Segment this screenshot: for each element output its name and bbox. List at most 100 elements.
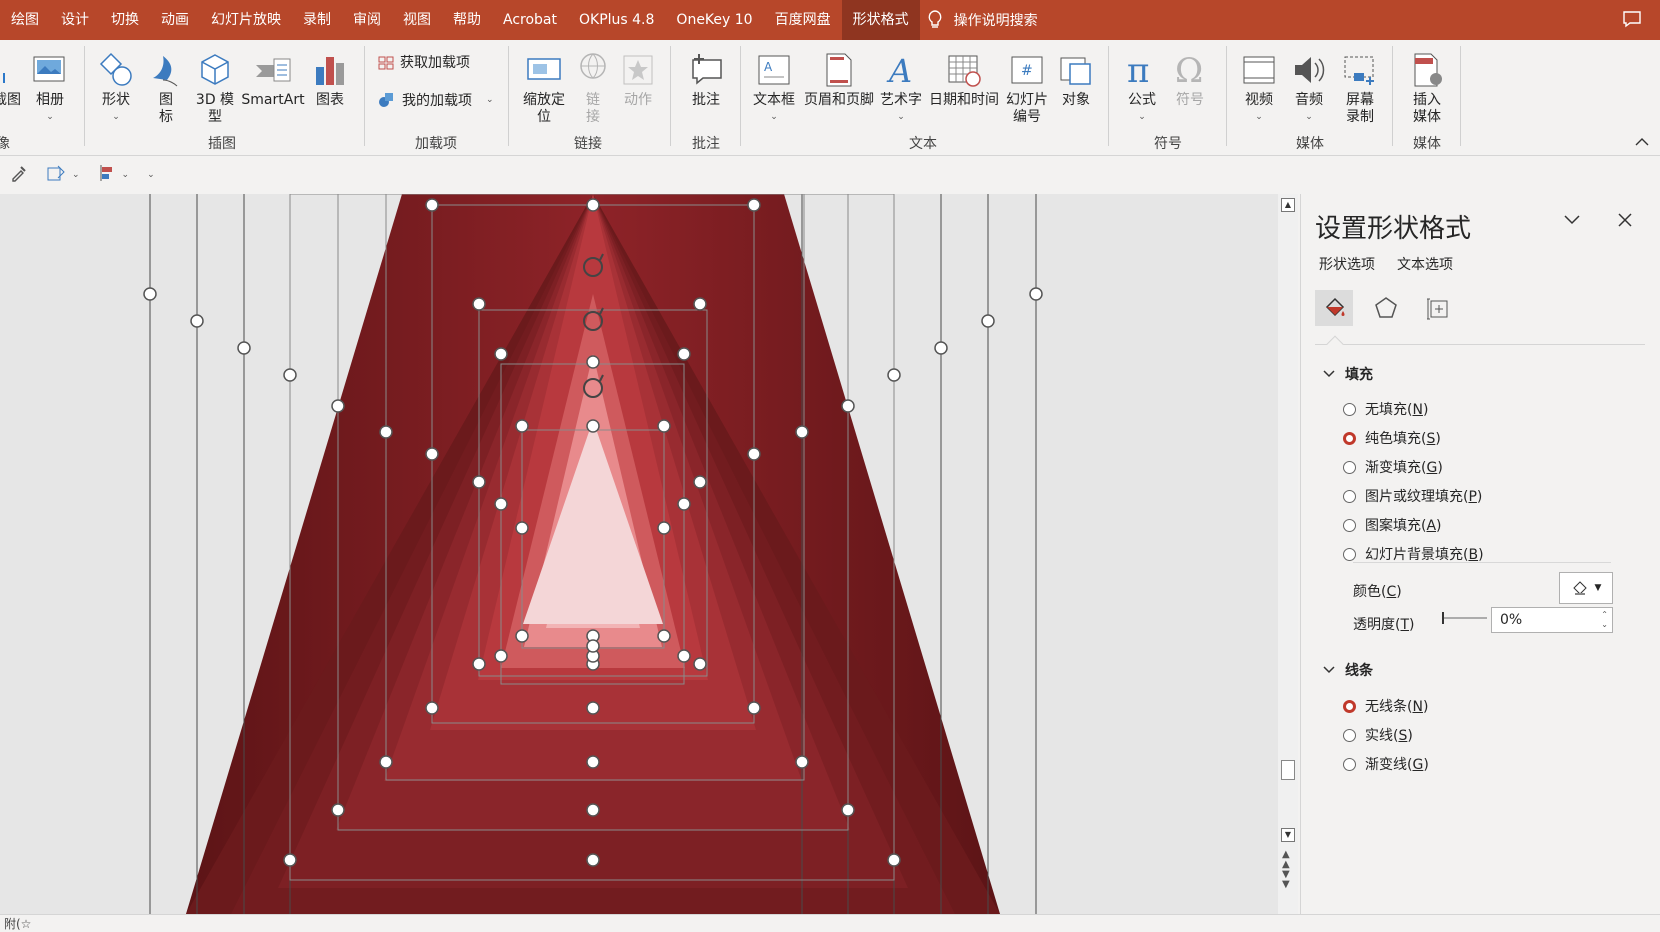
- shape-outline-icon[interactable]: [46, 164, 68, 186]
- chevron-down-icon[interactable]: ⌄: [72, 170, 80, 180]
- fill-radio[interactable]: [1343, 431, 1356, 445]
- next-slide-icon[interactable]: ▼ ▼: [1282, 870, 1290, 890]
- insert-media-button[interactable]: 插入媒体: [1400, 48, 1454, 126]
- smartart-button[interactable]: SmartArt: [240, 48, 306, 109]
- resize-handle: [472, 657, 486, 671]
- fill-option[interactable]: 图案填充(A): [1343, 515, 1442, 535]
- fill-line-icon[interactable]: [1315, 290, 1353, 326]
- spin-up-icon[interactable]: ⌃: [1601, 610, 1608, 619]
- line-radio[interactable]: [1343, 728, 1356, 742]
- spin-down-icon[interactable]: ⌄: [1601, 620, 1608, 629]
- size-properties-icon[interactable]: [1419, 290, 1457, 326]
- scroll-down-icon[interactable]: ▼: [1281, 828, 1295, 842]
- fill-radio[interactable]: [1343, 460, 1356, 474]
- textbox-button[interactable]: A 文本框 ⌄: [750, 48, 798, 126]
- link-button[interactable]: 链接: [574, 48, 612, 126]
- pane-options-chevron-icon[interactable]: [1563, 214, 1581, 230]
- fill-option[interactable]: 幻灯片背景填充(B): [1343, 544, 1484, 564]
- menu-tab[interactable]: 动画: [150, 0, 200, 40]
- tab-shape-options[interactable]: 形状选项: [1319, 254, 1375, 274]
- shapes-button[interactable]: 形状 ⌄: [94, 48, 138, 126]
- comment-button[interactable]: 批注: [684, 48, 728, 109]
- menu-tab[interactable]: OneKey 10: [665, 0, 763, 40]
- get-addins-button[interactable]: 获取加载项: [378, 52, 470, 72]
- status-text: 附(☆: [4, 917, 32, 931]
- symbol-button[interactable]: Ω 符号: [1168, 48, 1212, 109]
- menu-tab[interactable]: 帮助: [442, 0, 492, 40]
- menu-tab[interactable]: 录制: [292, 0, 342, 40]
- chart-button[interactable]: 图表: [310, 48, 350, 109]
- wordart-button[interactable]: A 艺术字 ⌄: [878, 48, 924, 126]
- fill-radio[interactable]: [1343, 547, 1356, 561]
- effects-pentagon-icon[interactable]: [1367, 290, 1405, 326]
- slide-artwork[interactable]: [0, 194, 1288, 914]
- menu-tab[interactable]: 切换: [100, 0, 150, 40]
- prev-slide-icon[interactable]: ▲ ▲: [1282, 850, 1290, 870]
- 3d-models-button[interactable]: 3D 模型: [192, 48, 238, 126]
- pane-tabs: 形状选项 文本选项: [1319, 254, 1453, 274]
- vertical-scrollbar[interactable]: ▲ ▼ ▲ ▲ ▼ ▼: [1278, 194, 1298, 914]
- close-icon[interactable]: [1617, 212, 1633, 232]
- object-button[interactable]: 对象: [1056, 48, 1096, 109]
- line-section-header[interactable]: 线条: [1323, 660, 1373, 680]
- menu-tab[interactable]: 视图: [392, 0, 442, 40]
- line-radio[interactable]: [1343, 699, 1356, 713]
- screen-record-button[interactable]: 屏幕录制: [1336, 48, 1384, 126]
- tell-me-search[interactable]: 操作说明搜索: [928, 10, 1038, 30]
- video-button[interactable]: 视频 ⌄: [1236, 48, 1282, 126]
- menu-tab[interactable]: 形状格式: [841, 0, 920, 40]
- shapes-icon: [99, 52, 132, 86]
- resize-handle: [586, 419, 600, 433]
- align-icon[interactable]: [98, 164, 118, 186]
- fill-section-header[interactable]: 填充: [1323, 364, 1373, 384]
- header-footer-button[interactable]: 页眉和页脚: [802, 48, 876, 109]
- line-option[interactable]: 无线条(N): [1343, 696, 1428, 716]
- action-button[interactable]: 动作: [618, 48, 658, 109]
- line-option[interactable]: 实线(S): [1343, 725, 1413, 745]
- fill-option[interactable]: 无填充(N): [1343, 399, 1428, 419]
- scroll-thumb[interactable]: [1281, 760, 1295, 780]
- customize-toolbar-icon[interactable]: ⌄: [147, 170, 155, 180]
- resize-handle: [586, 701, 600, 715]
- line-radio[interactable]: [1343, 757, 1356, 771]
- menu-tab[interactable]: 幻灯片放映: [200, 0, 292, 40]
- transparency-slider[interactable]: [1441, 612, 1487, 624]
- tab-text-options[interactable]: 文本选项: [1397, 254, 1453, 274]
- eyedropper-icon[interactable]: [10, 164, 28, 186]
- slide-canvas[interactable]: [0, 194, 1288, 914]
- fill-option[interactable]: 渐变填充(G): [1343, 457, 1443, 477]
- screenshot-button[interactable]: 截图: [0, 48, 22, 109]
- menu-tab[interactable]: 百度网盘: [764, 0, 842, 40]
- fill-option-label: 渐变填充(G): [1365, 460, 1443, 476]
- datetime-button[interactable]: 日期和时间: [926, 48, 1002, 109]
- fill-radio[interactable]: [1343, 518, 1356, 532]
- menu-tab[interactable]: 设计: [50, 0, 100, 40]
- resize-handle: [515, 419, 529, 433]
- scroll-up-icon[interactable]: ▲: [1281, 198, 1295, 212]
- menu-tab[interactable]: 绘图: [0, 0, 50, 40]
- menu-tab[interactable]: Acrobat: [492, 0, 568, 40]
- album-button[interactable]: 相册 ⌄: [30, 48, 70, 126]
- fill-radio[interactable]: [1343, 489, 1356, 503]
- slide-number-button[interactable]: # 幻灯片编号: [1002, 48, 1052, 126]
- fill-option[interactable]: 图片或纹理填充(P): [1343, 486, 1482, 506]
- color-label: 颜色(C): [1353, 584, 1402, 600]
- color-picker-button[interactable]: ▼: [1559, 572, 1613, 604]
- collapse-ribbon-icon[interactable]: [1634, 136, 1650, 151]
- svg-text:A: A: [764, 60, 773, 74]
- menu-tab[interactable]: OKPlus 4.8: [568, 0, 665, 40]
- fill-option[interactable]: 纯色填充(S): [1343, 428, 1441, 448]
- transparency-input[interactable]: 0% ⌃ ⌄: [1491, 607, 1613, 633]
- equation-button[interactable]: π 公式 ⌄: [1120, 48, 1164, 126]
- my-addins-button[interactable]: 我的加载项 ⌄: [378, 90, 494, 110]
- object-icon: [1060, 57, 1091, 85]
- comments-icon[interactable]: [1622, 10, 1642, 32]
- menu-tab[interactable]: 审阅: [342, 0, 392, 40]
- chevron-down-icon[interactable]: ⌄: [122, 170, 130, 180]
- line-option[interactable]: 渐变线(G): [1343, 754, 1429, 774]
- 3d-models-label: 3D 模型: [195, 92, 235, 125]
- zoom-button[interactable]: 缩放定位: [518, 48, 570, 126]
- audio-button[interactable]: 音频 ⌄: [1286, 48, 1332, 126]
- icons-button[interactable]: 图标: [146, 48, 186, 126]
- fill-radio[interactable]: [1343, 402, 1356, 416]
